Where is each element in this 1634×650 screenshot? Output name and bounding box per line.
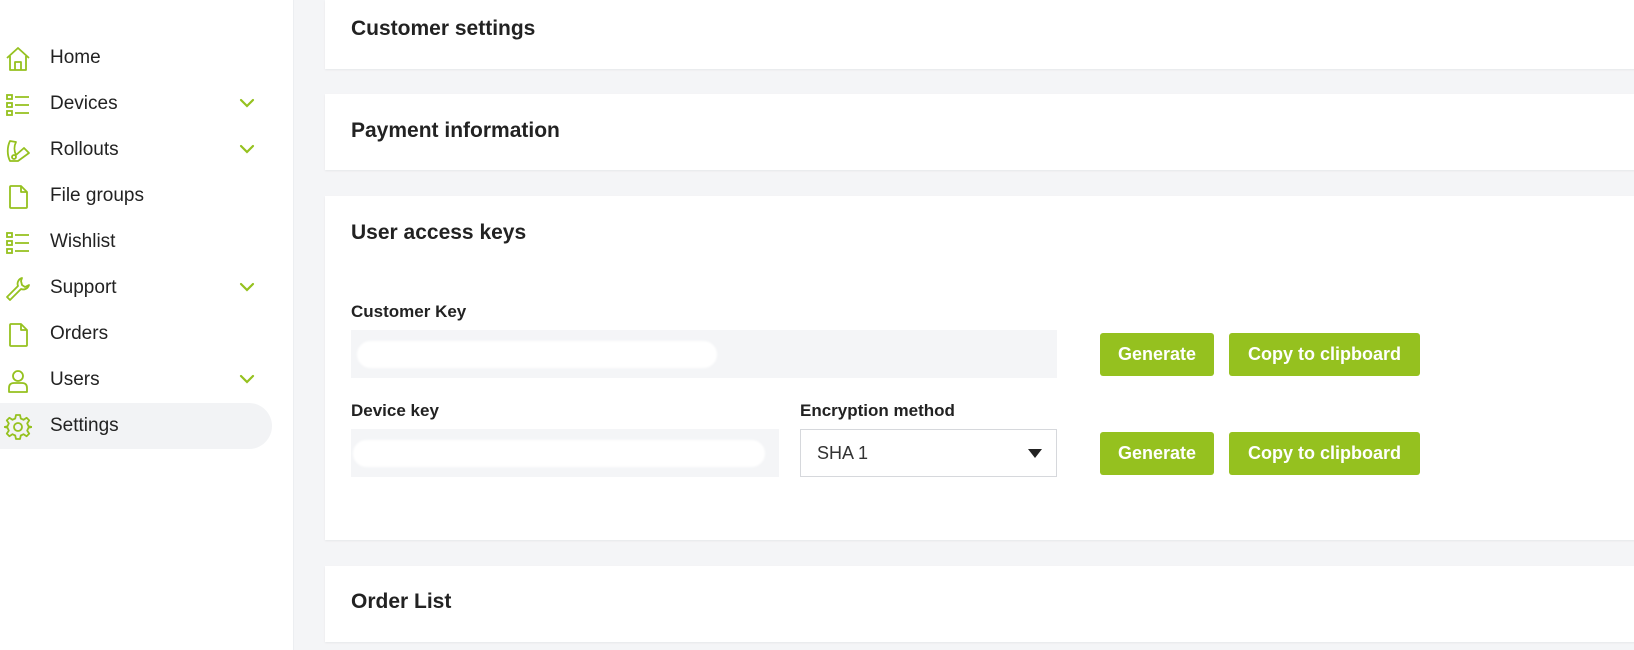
rollout-icon — [4, 137, 32, 165]
device-key-field[interactable] — [351, 429, 779, 477]
wrench-icon — [4, 275, 32, 303]
sidebar-item-label: Home — [50, 47, 101, 68]
sidebar: Home Devices Rollouts File groups Wishli… — [0, 0, 294, 650]
sidebar-item-home[interactable]: Home — [0, 35, 272, 81]
customer-key-field[interactable] — [351, 330, 1057, 378]
order-list-card[interactable]: Order List — [325, 566, 1634, 642]
sidebar-item-label: Devices — [50, 93, 118, 114]
card-title: Order List — [351, 590, 452, 613]
encryption-method-select[interactable]: SHA 1 — [800, 429, 1057, 477]
sidebar-item-file-groups[interactable]: File groups — [0, 173, 272, 219]
sidebar-item-support[interactable]: Support — [0, 265, 272, 311]
chevron-down-icon[interactable] — [238, 372, 256, 386]
customer-key-label: Customer Key — [351, 302, 467, 321]
customer-settings-card[interactable]: Customer settings — [325, 0, 1634, 69]
file-icon — [4, 321, 32, 349]
list-icon — [4, 91, 32, 119]
generate-device-key-button[interactable]: Generate — [1100, 432, 1214, 475]
copy-customer-key-button[interactable]: Copy to clipboard — [1229, 333, 1420, 376]
sidebar-item-orders[interactable]: Orders — [0, 311, 272, 357]
card-title: Customer settings — [351, 17, 536, 40]
sidebar-item-wishlist[interactable]: Wishlist — [0, 219, 272, 265]
sidebar-item-label: Orders — [50, 323, 109, 344]
list-icon — [4, 229, 32, 257]
dropdown-arrow-icon — [1028, 449, 1042, 458]
sidebar-item-users[interactable]: Users — [0, 357, 272, 403]
card-title: User access keys — [351, 221, 527, 244]
gear-icon — [4, 413, 32, 441]
chevron-down-icon[interactable] — [238, 280, 256, 294]
chevron-down-icon[interactable] — [238, 142, 256, 156]
payment-information-card[interactable]: Payment information — [325, 94, 1634, 170]
card-title: Payment information — [351, 119, 560, 142]
redacted-value — [353, 440, 765, 467]
chevron-down-icon[interactable] — [238, 96, 256, 110]
generate-customer-key-button[interactable]: Generate — [1100, 333, 1214, 376]
sidebar-item-label: Users — [50, 369, 100, 390]
encryption-method-label: Encryption method — [800, 401, 955, 420]
sidebar-item-settings[interactable]: Settings — [0, 403, 272, 449]
sidebar-item-devices[interactable]: Devices — [0, 81, 272, 127]
home-icon — [4, 45, 32, 73]
file-icon — [4, 183, 32, 211]
sidebar-item-label: Settings — [50, 415, 119, 436]
device-key-label: Device key — [351, 401, 439, 420]
copy-device-key-button[interactable]: Copy to clipboard — [1229, 432, 1420, 475]
sidebar-item-label: Support — [50, 277, 117, 298]
sidebar-item-rollouts[interactable]: Rollouts — [0, 127, 272, 173]
sidebar-item-label: Rollouts — [50, 139, 119, 160]
redacted-value — [357, 341, 717, 368]
sidebar-item-label: Wishlist — [50, 231, 116, 252]
encryption-method-value: SHA 1 — [817, 442, 869, 463]
sidebar-item-label: File groups — [50, 185, 144, 206]
user-icon — [4, 367, 32, 395]
sidebar-nav: Home Devices Rollouts File groups Wishli… — [0, 35, 272, 449]
user-access-keys-card: User access keys Customer Key Generate C… — [325, 196, 1634, 540]
